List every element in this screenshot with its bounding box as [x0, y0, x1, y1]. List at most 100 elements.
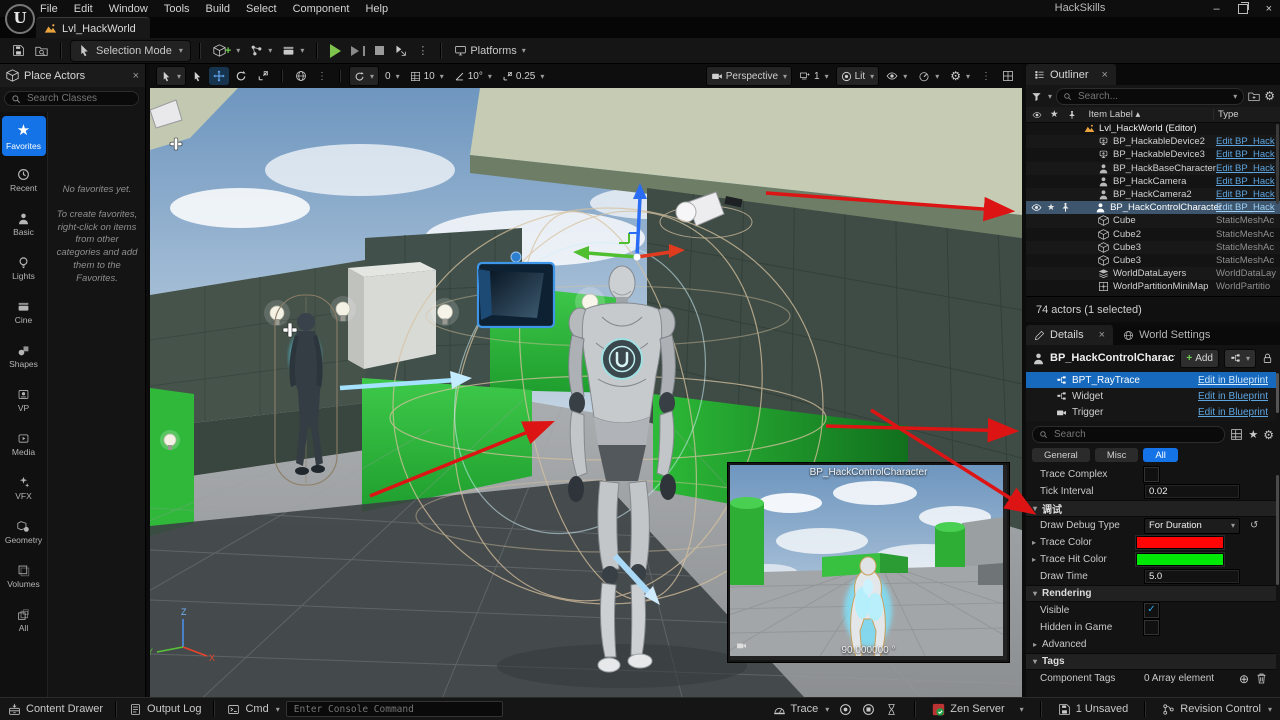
stop-button[interactable] [371, 41, 388, 61]
details-close-icon[interactable]: × [1099, 329, 1105, 341]
view-mode-dropdown[interactable]: Lit▾ [836, 66, 880, 86]
type-column[interactable]: Type [1213, 109, 1280, 120]
outliner-row[interactable]: BP_HackBaseCharacterEdit BP_Hack [1026, 162, 1280, 175]
outliner-row[interactable]: Cube3StaticMeshAc [1026, 254, 1280, 267]
zen-server-dropdown[interactable]: Zen Server▾ [932, 698, 1023, 720]
category-lights[interactable]: Lights [2, 248, 46, 288]
trash-icon[interactable] [1255, 672, 1268, 685]
item-label-column[interactable]: Item Label ▴ [1089, 109, 1213, 120]
tab-outliner[interactable]: Outliner × [1026, 64, 1116, 85]
tab-level[interactable]: Lvl_HackWorld [36, 17, 150, 39]
category-all[interactable]: All [2, 600, 46, 640]
minimize-button[interactable]: – [1213, 3, 1219, 15]
outliner-row[interactable]: BP_HackCamera2Edit BP_Hack [1026, 188, 1280, 201]
move-tool-button[interactable] [209, 67, 229, 85]
visible-checkbox[interactable]: ✓ [1144, 603, 1159, 618]
category-shapes[interactable]: Shapes [2, 336, 46, 376]
details-settings-icon[interactable]: ⚙ [1263, 428, 1274, 442]
edit-blueprint-link[interactable]: Edit BP_Hack [1216, 189, 1276, 200]
outliner-row[interactable]: Cube3StaticMeshAc [1026, 241, 1280, 254]
menu-select[interactable]: Select [246, 3, 277, 15]
skip-frame-button[interactable] [347, 41, 369, 61]
filter-misc[interactable]: Misc [1095, 448, 1139, 462]
transform-options-button[interactable]: ⋮ [313, 67, 331, 85]
level-viewport[interactable]: ▾ ⋮ ▾ 0▾ 10▾ 10°▾ 0.25▾ Perspective▾ 1▾ … [150, 64, 1022, 697]
world-local-toggle[interactable] [291, 67, 311, 85]
trace-color-swatch[interactable] [1136, 536, 1224, 549]
outliner-row[interactable]: WorldDataLayersWorldDataLay [1026, 267, 1280, 280]
hidden-in-game-checkbox[interactable] [1144, 620, 1159, 635]
add-component-button[interactable]: +Add [1180, 349, 1219, 368]
edit-in-blueprint-link[interactable]: Edit in Blueprint [1198, 375, 1268, 386]
console-input[interactable] [292, 703, 497, 716]
tab-details[interactable]: Details × [1026, 325, 1113, 345]
outliner-row[interactable]: BP_HackableDevice2Edit BP_Hack [1026, 135, 1280, 148]
lock-icon[interactable] [1261, 352, 1274, 365]
outliner-row[interactable]: WorldPartitionMiniMapWorldPartitio [1026, 280, 1280, 293]
star-icon[interactable]: ★ [1047, 202, 1055, 213]
section-tags[interactable]: ▾Tags [1026, 653, 1276, 670]
blueprint-actions-dropdown[interactable]: ▾ [1224, 349, 1256, 368]
tick-interval-field[interactable]: 0.02 [1144, 484, 1240, 499]
search-classes-input[interactable] [25, 92, 132, 105]
menu-tools[interactable]: Tools [164, 3, 190, 15]
new-folder-icon[interactable] [1248, 90, 1260, 102]
outliner-row-selected[interactable]: ★ BP_HackControlCharacterEdit BP_Hack [1026, 201, 1280, 214]
performance-dropdown[interactable]: ▾ [914, 67, 943, 85]
transform-tools-dropdown[interactable]: ▾ [156, 66, 186, 86]
outliner-scrollbar[interactable] [1276, 124, 1279, 204]
white-cube[interactable] [348, 262, 436, 369]
monitor-actor-selected[interactable] [478, 252, 554, 327]
outliner-close-icon[interactable]: × [1102, 69, 1108, 81]
menu-window[interactable]: Window [109, 3, 148, 15]
category-favorites[interactable]: ★ Favorites [2, 116, 46, 156]
category-vp[interactable]: VP [2, 380, 46, 420]
viewport-options-button[interactable]: ⋮ [977, 67, 995, 85]
rotate-tool-button[interactable] [231, 67, 251, 85]
play-options-button[interactable]: ⋮ [413, 41, 432, 61]
category-geometry[interactable]: Geometry [2, 512, 46, 552]
play-button[interactable] [326, 41, 345, 61]
component-trigger[interactable]: Trigger Edit in Blueprint [1026, 405, 1276, 421]
launch-button[interactable] [390, 41, 411, 61]
maximize-viewport-button[interactable] [998, 67, 1018, 85]
unsaved-button[interactable]: 1 Unsaved [1058, 698, 1129, 720]
place-actors-search[interactable] [4, 91, 139, 106]
category-basic[interactable]: Basic [2, 204, 46, 244]
content-drawer-button[interactable]: Content Drawer [8, 698, 103, 720]
filter-general[interactable]: General [1032, 448, 1090, 462]
menu-file[interactable]: File [40, 3, 58, 15]
outliner-settings-icon[interactable]: ⚙ [1264, 89, 1275, 103]
outliner-row[interactable]: Cube2StaticMeshAc [1026, 228, 1280, 241]
outliner-row[interactable]: CubeStaticMeshAc [1026, 214, 1280, 227]
stall-detector-icon[interactable] [885, 703, 898, 716]
grid-snap-dropdown[interactable]: 10▾ [406, 67, 448, 85]
draw-time-field[interactable]: 5.0 [1144, 569, 1240, 584]
viewport-settings-dropdown[interactable]: ⚙▾ [946, 67, 974, 85]
rotation-snap-dropdown[interactable]: 10°▾ [450, 67, 496, 85]
menu-component[interactable]: Component [293, 3, 350, 15]
outliner-row[interactable]: BP_HackCameraEdit BP_Hack [1026, 175, 1280, 188]
visibility-column-icon[interactable] [1032, 110, 1042, 120]
snapshot-icon[interactable] [862, 703, 875, 716]
category-vfx[interactable]: VFX [2, 468, 46, 508]
close-button[interactable]: × [1266, 3, 1272, 15]
trace-dropdown[interactable]: Trace▾ [773, 698, 830, 720]
edit-blueprint-link[interactable]: Edit BP_Hack [1216, 136, 1276, 147]
edit-in-blueprint-link[interactable]: Edit in Blueprint [1198, 391, 1268, 402]
pin-icon[interactable] [1060, 202, 1071, 213]
components-scrollbar[interactable] [1276, 373, 1279, 413]
output-log-button[interactable]: Output Log [129, 698, 201, 720]
surface-snap-value[interactable]: 0▾ [381, 67, 404, 85]
display-grid-icon[interactable] [1230, 428, 1243, 441]
draw-debug-type-dropdown[interactable]: For Duration▾ [1144, 518, 1240, 534]
blueprints-dropdown[interactable]: ▾ [246, 41, 276, 61]
pip-camera-preview[interactable]: BP_HackControlCharacter [728, 463, 1009, 662]
eye-icon[interactable] [1031, 202, 1042, 213]
edit-blueprint-link[interactable]: Edit BP_Hack [1216, 202, 1276, 213]
scale-tool-button[interactable] [253, 67, 273, 85]
edit-in-blueprint-link[interactable]: Edit in Blueprint [1198, 407, 1268, 418]
scale-snap-dropdown[interactable]: 0.25▾ [498, 67, 548, 85]
show-flags-dropdown[interactable]: ▾ [882, 67, 911, 85]
revision-control-dropdown[interactable]: Revision Control▾ [1162, 698, 1272, 720]
